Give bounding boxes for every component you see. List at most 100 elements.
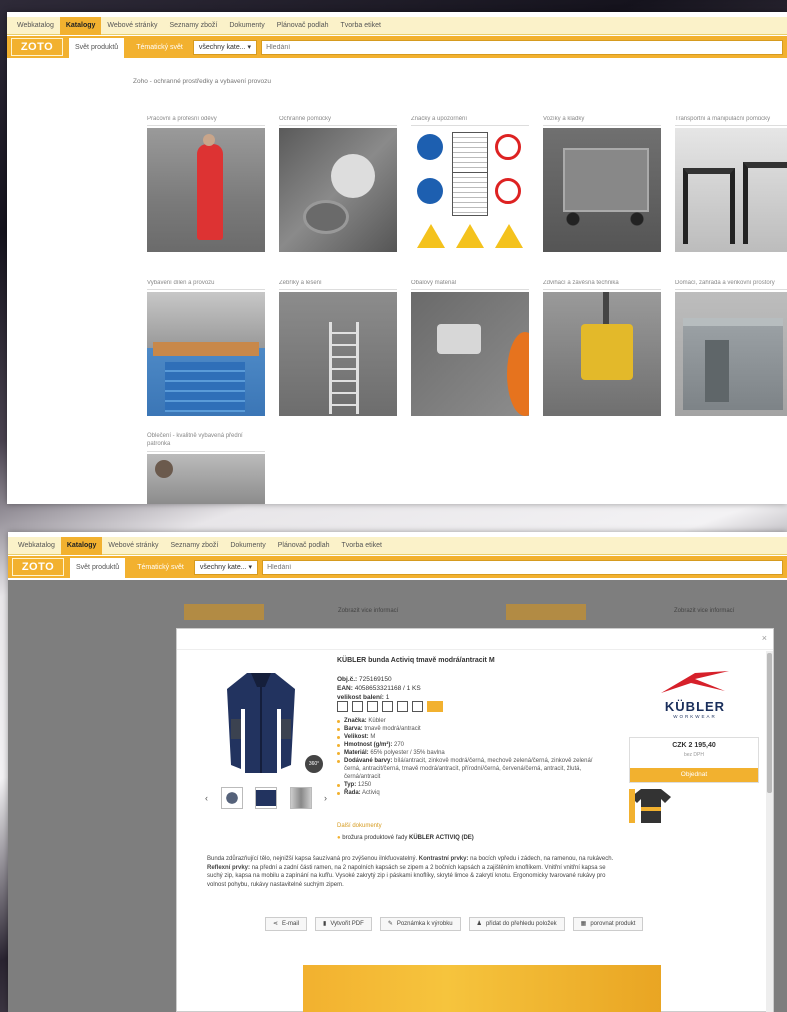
divider (177, 649, 773, 650)
product-title: KÜBLER bunda Activiq tmavě modrá/antraci… (337, 657, 495, 664)
category-tile-packaging[interactable]: Obalový materiál (411, 280, 529, 416)
category-image (675, 128, 787, 252)
mandatory-sign-icon (417, 178, 443, 204)
order-no: 725169150 (359, 676, 392, 683)
category-select[interactable]: všechny kate... ▾ (193, 559, 259, 575)
brochure-name: KÜBLER ACTIVIQ (DE) (409, 835, 474, 841)
main-menu: Webkatalog Katalogy Webové stránky Sezna… (7, 16, 787, 35)
certificate-icon (412, 701, 423, 712)
backdrop-text: Zobrazit vice informací (674, 608, 735, 614)
category-tile-transport[interactable]: Transportní a manipulační pomůcky (675, 116, 787, 252)
add-to-list-button[interactable]: ♟ přidat do přehledu položek (468, 917, 565, 931)
category-tile-protection[interactable]: Ochranné pomůcky (279, 116, 397, 252)
category-tile-outdoor[interactable]: Domácí, zahrada a venkovní prostory (675, 280, 787, 416)
thumbnail[interactable] (289, 787, 312, 809)
menu-seznamy-zbozi[interactable]: Seznamy zboží (163, 17, 223, 35)
rotate-360-icon[interactable]: 360° (305, 755, 323, 773)
description-part: na bocích vpředu i zádech, na ramenou, n… (470, 856, 614, 862)
menu-webkatalog[interactable]: Webkatalog (11, 17, 60, 35)
menu-dokumenty[interactable]: Dokumenty (224, 537, 271, 555)
tab-product-world[interactable]: Svět produktů (70, 558, 126, 578)
close-icon[interactable]: × (762, 633, 767, 643)
property-item: Hmotnost (g/m²): 270 (337, 741, 607, 749)
thumbnail[interactable] (255, 787, 277, 809)
property-item: Velikost: M (337, 733, 607, 741)
thumbnail[interactable] (220, 787, 243, 809)
menu-katalogy[interactable]: Katalogy (60, 536, 103, 555)
category-label: Zdvihací a závěsná technika (543, 280, 661, 290)
category-select[interactable]: všechny kate... ▾ (192, 39, 258, 55)
pdf-icon: ▮ (323, 921, 327, 927)
order-button[interactable]: Objednat (630, 768, 758, 782)
menu-webove-stranky[interactable]: Webové stránky (102, 537, 164, 555)
category-image (411, 292, 529, 416)
chevron-right-icon[interactable]: › (324, 793, 327, 803)
note-button[interactable]: ✎ Poznámka k výrobku (379, 917, 461, 931)
menu-katalogy[interactable]: Katalogy (59, 16, 102, 35)
search-input[interactable] (261, 39, 783, 55)
brand-logo-kubler: KÜBLER WORKWEAR (647, 669, 743, 719)
compare-icon: ▦ (580, 921, 587, 927)
category-label: Ochranné pomůcky (279, 116, 397, 126)
category-tile-carts[interactable]: Vozíky a kladky (543, 116, 661, 252)
tab-theme-world[interactable]: Tématický svět (131, 564, 190, 571)
brochure-link[interactable]: ● brožura produktové řady KÜBLER ACTIVIQ… (337, 835, 474, 841)
menu-seznamy-zbozi[interactable]: Seznamy zboží (164, 537, 224, 555)
category-label: Vozíky a kladky (543, 116, 661, 126)
category-label: Vybavení dílen a provozu (147, 280, 265, 290)
compare-button[interactable]: ▦ porovnat produkt (572, 917, 644, 931)
product-image[interactable] (225, 669, 297, 777)
warning-sign-icon (456, 224, 484, 248)
brand-logo[interactable]: ZOTO (11, 38, 63, 56)
category-tile-workshop[interactable]: Vybavení dílen a provozu (147, 280, 265, 416)
pack-label: velikost balení: (337, 694, 384, 701)
menu-planovac-podlah[interactable]: Plánovač podlah (271, 17, 335, 35)
more-documents-link[interactable]: Další dokumenty (337, 823, 382, 829)
brochure-label: brožura produktové řady (342, 835, 408, 841)
ean-label: EAN: (337, 685, 353, 692)
email-button[interactable]: ⋖ E-mail (265, 917, 308, 931)
category-label: Transportní a manipulační pomůcky (675, 116, 787, 126)
related-product-image[interactable] (629, 787, 673, 825)
main-menu: Webkatalog Katalogy Webové stránky Sezna… (8, 536, 787, 555)
category-tile-workwear[interactable]: Pracovní a profesní oděvy (147, 116, 265, 252)
menu-dokumenty[interactable]: Dokumenty (223, 17, 270, 35)
description-part: Bunda zdůrazňující tělo, nejnižší kapsa … (207, 856, 418, 862)
property-item: Dodávané barvy: bílá/antracit, zinkově m… (337, 757, 607, 781)
menu-tvorba-etiket[interactable]: Tvorba etiket (335, 17, 387, 35)
menu-webove-stranky[interactable]: Webové stránky (101, 17, 163, 35)
brand-name: KÜBLER (664, 699, 726, 714)
category-label: Žebříky a lešení (279, 280, 397, 290)
tab-theme-world[interactable]: Tématický svět (130, 44, 189, 51)
category-select-value: všechny kate... (199, 563, 247, 571)
scrollbar-thumb[interactable] (767, 653, 772, 793)
description-keyword: Kontrastní prvky: (418, 856, 469, 862)
category-tile-clothing[interactable]: Oblečení - kvalitně vybavená přední patr… (147, 432, 265, 504)
backdrop-tab (184, 604, 264, 620)
category-tile-signs[interactable]: Značky a upozornění (411, 116, 529, 252)
breadcrumb[interactable]: Zoho - ochranné prostředky a vybavení pr… (133, 78, 271, 85)
warning-sign-icon (495, 224, 523, 248)
chevron-left-icon[interactable]: ‹ (205, 793, 208, 803)
description-keyword: Reflexní prvky: (207, 864, 251, 871)
pdf-button[interactable]: ▮ Vytvořit PDF (315, 917, 372, 931)
no-bleach-icon (352, 701, 363, 712)
chevron-down-icon: ▾ (248, 563, 253, 571)
category-tile-ladders[interactable]: Žebříky a lešení (279, 280, 397, 416)
chevron-down-icon: ▾ (247, 43, 252, 51)
category-tile-lifting[interactable]: Zdvihací a závěsná technika (543, 280, 661, 416)
wash-icon (337, 701, 348, 712)
search-input[interactable] (262, 559, 783, 575)
menu-webkatalog[interactable]: Webkatalog (12, 537, 61, 555)
tab-product-world[interactable]: Svět produktů (69, 38, 125, 58)
backdrop-text: Zobrazit vice informací (338, 608, 399, 614)
brand-logo[interactable]: ZOTO (12, 558, 64, 576)
product-detail-screenshot: Webkatalog Katalogy Webové stránky Sezna… (8, 532, 787, 1012)
kubler-swoosh-icon (661, 671, 729, 693)
menu-tvorba-etiket[interactable]: Tvorba etiket (336, 537, 388, 555)
pdf-icon: ● (337, 835, 341, 841)
scrollbar[interactable] (766, 651, 773, 1012)
thumbnail-strip: ‹ › (205, 787, 327, 809)
share-icon: ⋖ (273, 921, 279, 927)
menu-planovac-podlah[interactable]: Plánovač podlah (272, 537, 336, 555)
